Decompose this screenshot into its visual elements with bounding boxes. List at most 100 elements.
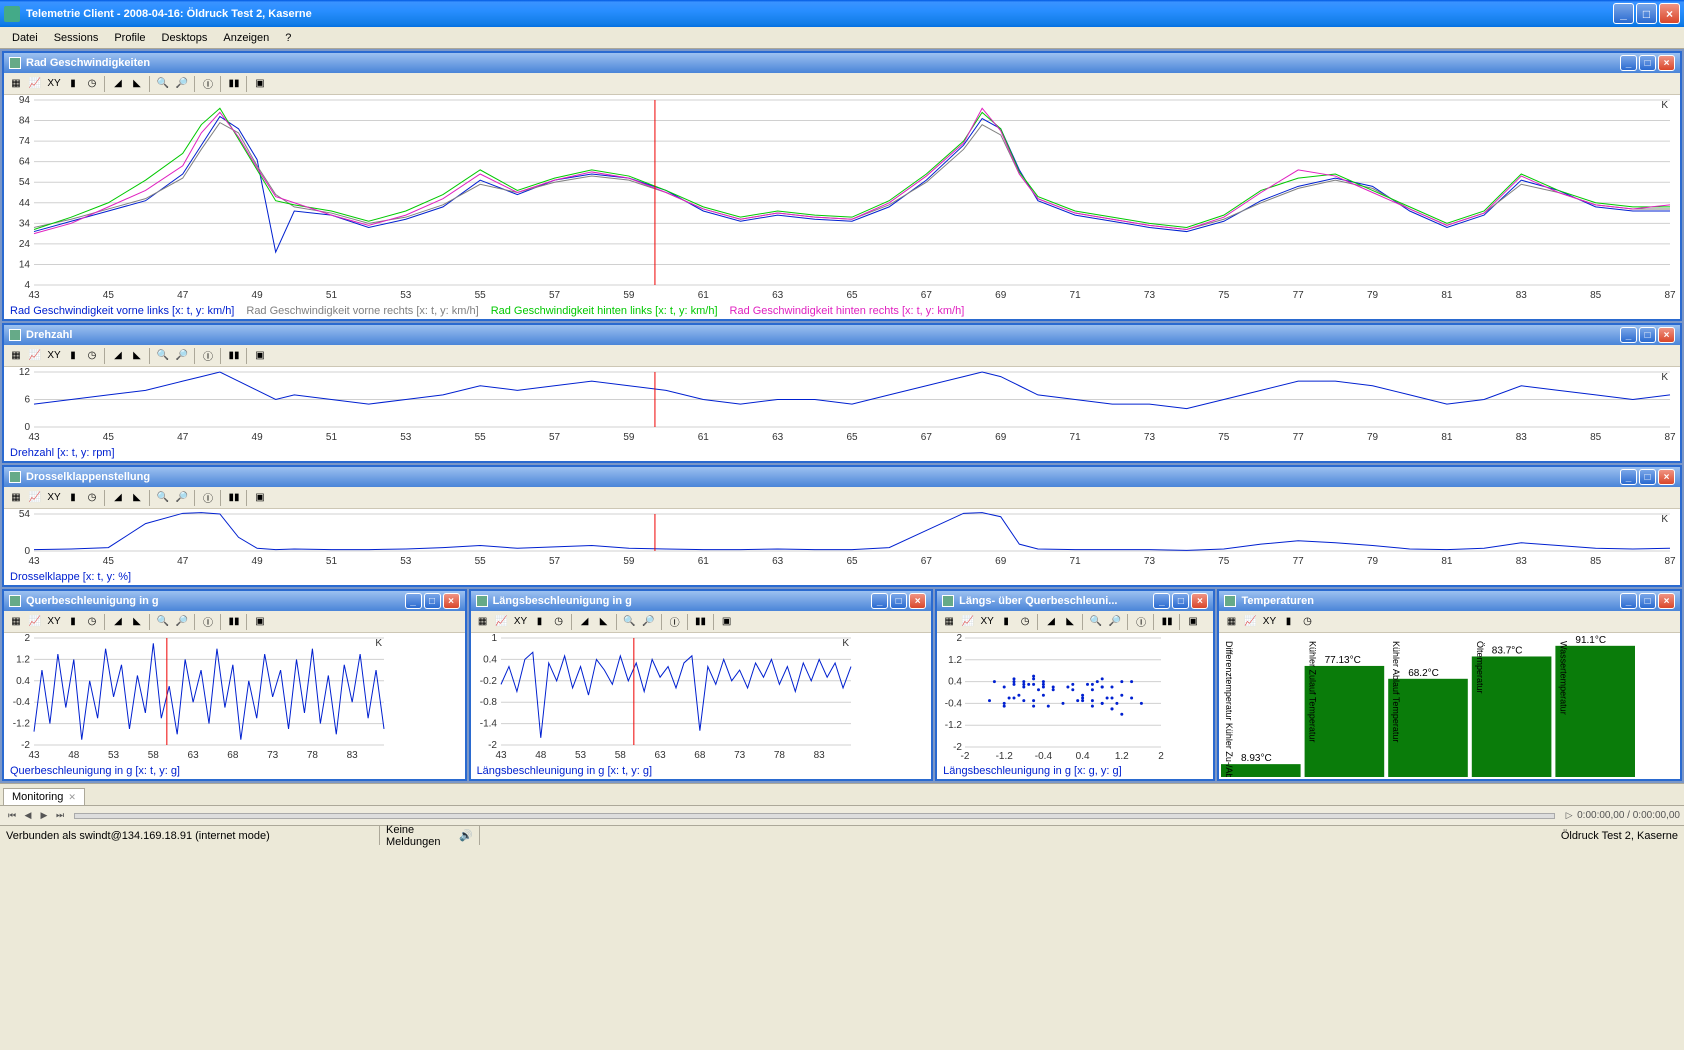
bar-icon[interactable]: ▮	[64, 613, 82, 631]
play-prev-button[interactable]: ◀	[20, 808, 36, 824]
zoom-in-icon[interactable]: 🔍	[154, 347, 172, 365]
clock-icon[interactable]: ◷	[83, 75, 101, 93]
panel-maximize-button[interactable]: □	[1639, 469, 1656, 485]
panel-minimize-button[interactable]: _	[1620, 593, 1637, 609]
menu-?[interactable]: ?	[277, 29, 299, 47]
panel-lat-chart[interactable]: -2-1.2-0.40.41.22434853586368737883K	[4, 633, 465, 763]
export-icon[interactable]: ▣	[251, 75, 269, 93]
tool2-icon[interactable]: ◣	[128, 613, 146, 631]
menu-profile[interactable]: Profile	[106, 29, 153, 47]
panel-close-button[interactable]: ×	[909, 593, 926, 609]
line-icon[interactable]: 📈	[26, 613, 44, 631]
line-icon[interactable]: 📈	[1241, 613, 1259, 631]
line-icon[interactable]: 📈	[26, 75, 44, 93]
tab-close-icon[interactable]: ✕	[68, 792, 76, 803]
bar-icon[interactable]: ▮	[64, 489, 82, 507]
tool2-icon[interactable]: ◣	[128, 489, 146, 507]
tool1-icon[interactable]: ◢	[1042, 613, 1060, 631]
clock-icon[interactable]: ◷	[83, 613, 101, 631]
tool1-icon[interactable]: ◢	[109, 75, 127, 93]
tool1-icon[interactable]: ◢	[109, 613, 127, 631]
panel-maximize-button[interactable]: □	[1639, 55, 1656, 71]
panel-scatter-chart[interactable]: -2-1.2-0.40.41.22-2-1.2-0.40.41.22	[937, 633, 1213, 763]
panel-minimize-button[interactable]: _	[1620, 55, 1637, 71]
tool1-icon[interactable]: ◢	[576, 613, 594, 631]
tool2-icon[interactable]: ◣	[128, 75, 146, 93]
menu-datei[interactable]: Datei	[4, 29, 46, 47]
playback-slider[interactable]	[74, 813, 1555, 819]
zoom-out-icon[interactable]: 🔎	[640, 613, 658, 631]
panel-maximize-button[interactable]: □	[890, 593, 907, 609]
clock-icon[interactable]: ◷	[1298, 613, 1316, 631]
export-icon[interactable]: ▣	[251, 347, 269, 365]
cursor-icon[interactable]: Ⓘ	[199, 75, 217, 93]
zoom-in-icon[interactable]: 🔍	[1087, 613, 1105, 631]
window-minimize-button[interactable]: _	[1613, 3, 1634, 24]
panel-close-button[interactable]: ×	[1658, 469, 1675, 485]
zoom-in-icon[interactable]: 🔍	[154, 489, 172, 507]
xy-icon[interactable]: XY	[978, 613, 996, 631]
tool2-icon[interactable]: ◣	[128, 347, 146, 365]
menu-desktops[interactable]: Desktops	[154, 29, 216, 47]
clock-icon[interactable]: ◷	[83, 489, 101, 507]
cursor-icon[interactable]: Ⓘ	[199, 613, 217, 631]
panel-close-button[interactable]: ×	[1658, 327, 1675, 343]
clock-icon[interactable]: ◷	[1016, 613, 1034, 631]
cursor-icon[interactable]: Ⓘ	[666, 613, 684, 631]
play-marker-button[interactable]: ▷	[1561, 808, 1577, 824]
bar-icon[interactable]: ▮	[997, 613, 1015, 631]
speaker-icon[interactable]: 🔊	[459, 829, 473, 842]
panel-throttle-header[interactable]: Drosselklappenstellung _ □ ×	[4, 467, 1680, 487]
xy-icon[interactable]: XY	[1260, 613, 1278, 631]
zoom-out-icon[interactable]: 🔎	[173, 489, 191, 507]
tool1-icon[interactable]: ◢	[109, 347, 127, 365]
xy-icon[interactable]: XY	[45, 347, 63, 365]
grid-icon[interactable]: ▦	[1222, 613, 1240, 631]
export-icon[interactable]: ▣	[718, 613, 736, 631]
tool2-icon[interactable]: ◣	[1061, 613, 1079, 631]
panel-lon-header[interactable]: Längsbeschleunigung in g _□×	[471, 591, 932, 611]
panel-close-button[interactable]: ×	[1658, 55, 1675, 71]
grid-icon[interactable]: ▦	[474, 613, 492, 631]
panel-rpm-chart[interactable]: 0612434547495153555759616365676971737577…	[4, 367, 1680, 445]
stats-icon[interactable]: ▮▮	[1158, 613, 1176, 631]
bar-icon[interactable]: ▮	[64, 75, 82, 93]
clock-icon[interactable]: ◷	[550, 613, 568, 631]
bar-icon[interactable]: ▮	[1279, 613, 1297, 631]
zoom-out-icon[interactable]: 🔎	[1106, 613, 1124, 631]
grid-icon[interactable]: ▦	[7, 75, 25, 93]
tab-monitoring[interactable]: Monitoring✕	[3, 788, 85, 805]
menu-anzeigen[interactable]: Anzeigen	[215, 29, 277, 47]
panel-speed-chart[interactable]: 4142434445464748494434547495153555759616…	[4, 95, 1680, 303]
bar-icon[interactable]: ▮	[64, 347, 82, 365]
stats-icon[interactable]: ▮▮	[692, 613, 710, 631]
grid-icon[interactable]: ▦	[7, 613, 25, 631]
panel-lon-chart[interactable]: -2-1.4-0.8-0.20.41434853586368737883K	[471, 633, 932, 763]
stats-icon[interactable]: ▮▮	[225, 613, 243, 631]
tool2-icon[interactable]: ◣	[595, 613, 613, 631]
grid-icon[interactable]: ▦	[940, 613, 958, 631]
play-next-button[interactable]: ▶	[36, 808, 52, 824]
export-icon[interactable]: ▣	[251, 489, 269, 507]
panel-throttle-chart[interactable]: 0544345474951535557596163656769717375777…	[4, 509, 1680, 569]
xy-icon[interactable]: XY	[45, 613, 63, 631]
panel-maximize-button[interactable]: □	[1639, 327, 1656, 343]
panel-maximize-button[interactable]: □	[1172, 593, 1189, 609]
window-maximize-button[interactable]: □	[1636, 3, 1657, 24]
window-close-button[interactable]: ×	[1659, 3, 1680, 24]
panel-close-button[interactable]: ×	[1658, 593, 1675, 609]
tool1-icon[interactable]: ◢	[109, 489, 127, 507]
play-first-button[interactable]: ⏮	[4, 808, 20, 824]
xy-icon[interactable]: XY	[512, 613, 530, 631]
zoom-in-icon[interactable]: 🔍	[621, 613, 639, 631]
cursor-icon[interactable]: Ⓘ	[199, 347, 217, 365]
xy-icon[interactable]: XY	[45, 75, 63, 93]
line-icon[interactable]: 📈	[959, 613, 977, 631]
panel-minimize-button[interactable]: _	[1620, 327, 1637, 343]
panel-close-button[interactable]: ×	[1191, 593, 1208, 609]
zoom-in-icon[interactable]: 🔍	[154, 613, 172, 631]
cursor-icon[interactable]: Ⓘ	[199, 489, 217, 507]
panel-maximize-button[interactable]: □	[424, 593, 441, 609]
bar-icon[interactable]: ▮	[531, 613, 549, 631]
panel-scatter-header[interactable]: Längs- über Querbeschleuni... _□×	[937, 591, 1213, 611]
